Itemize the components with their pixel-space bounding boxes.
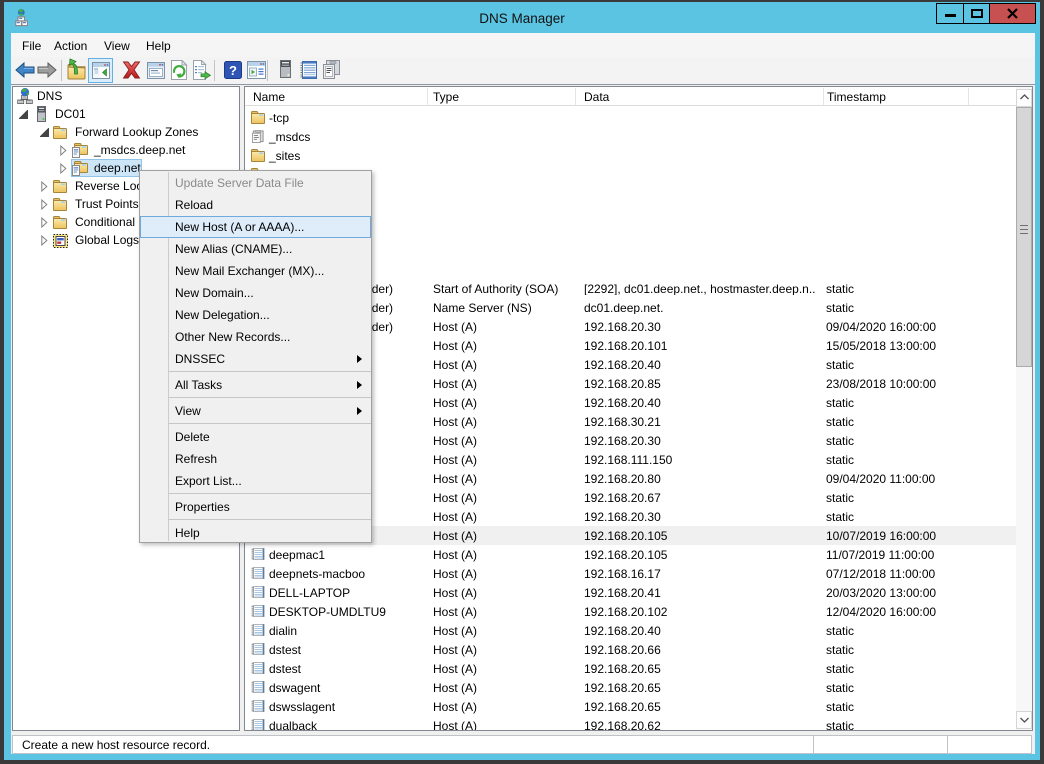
svg-text:?: ? xyxy=(229,63,237,78)
